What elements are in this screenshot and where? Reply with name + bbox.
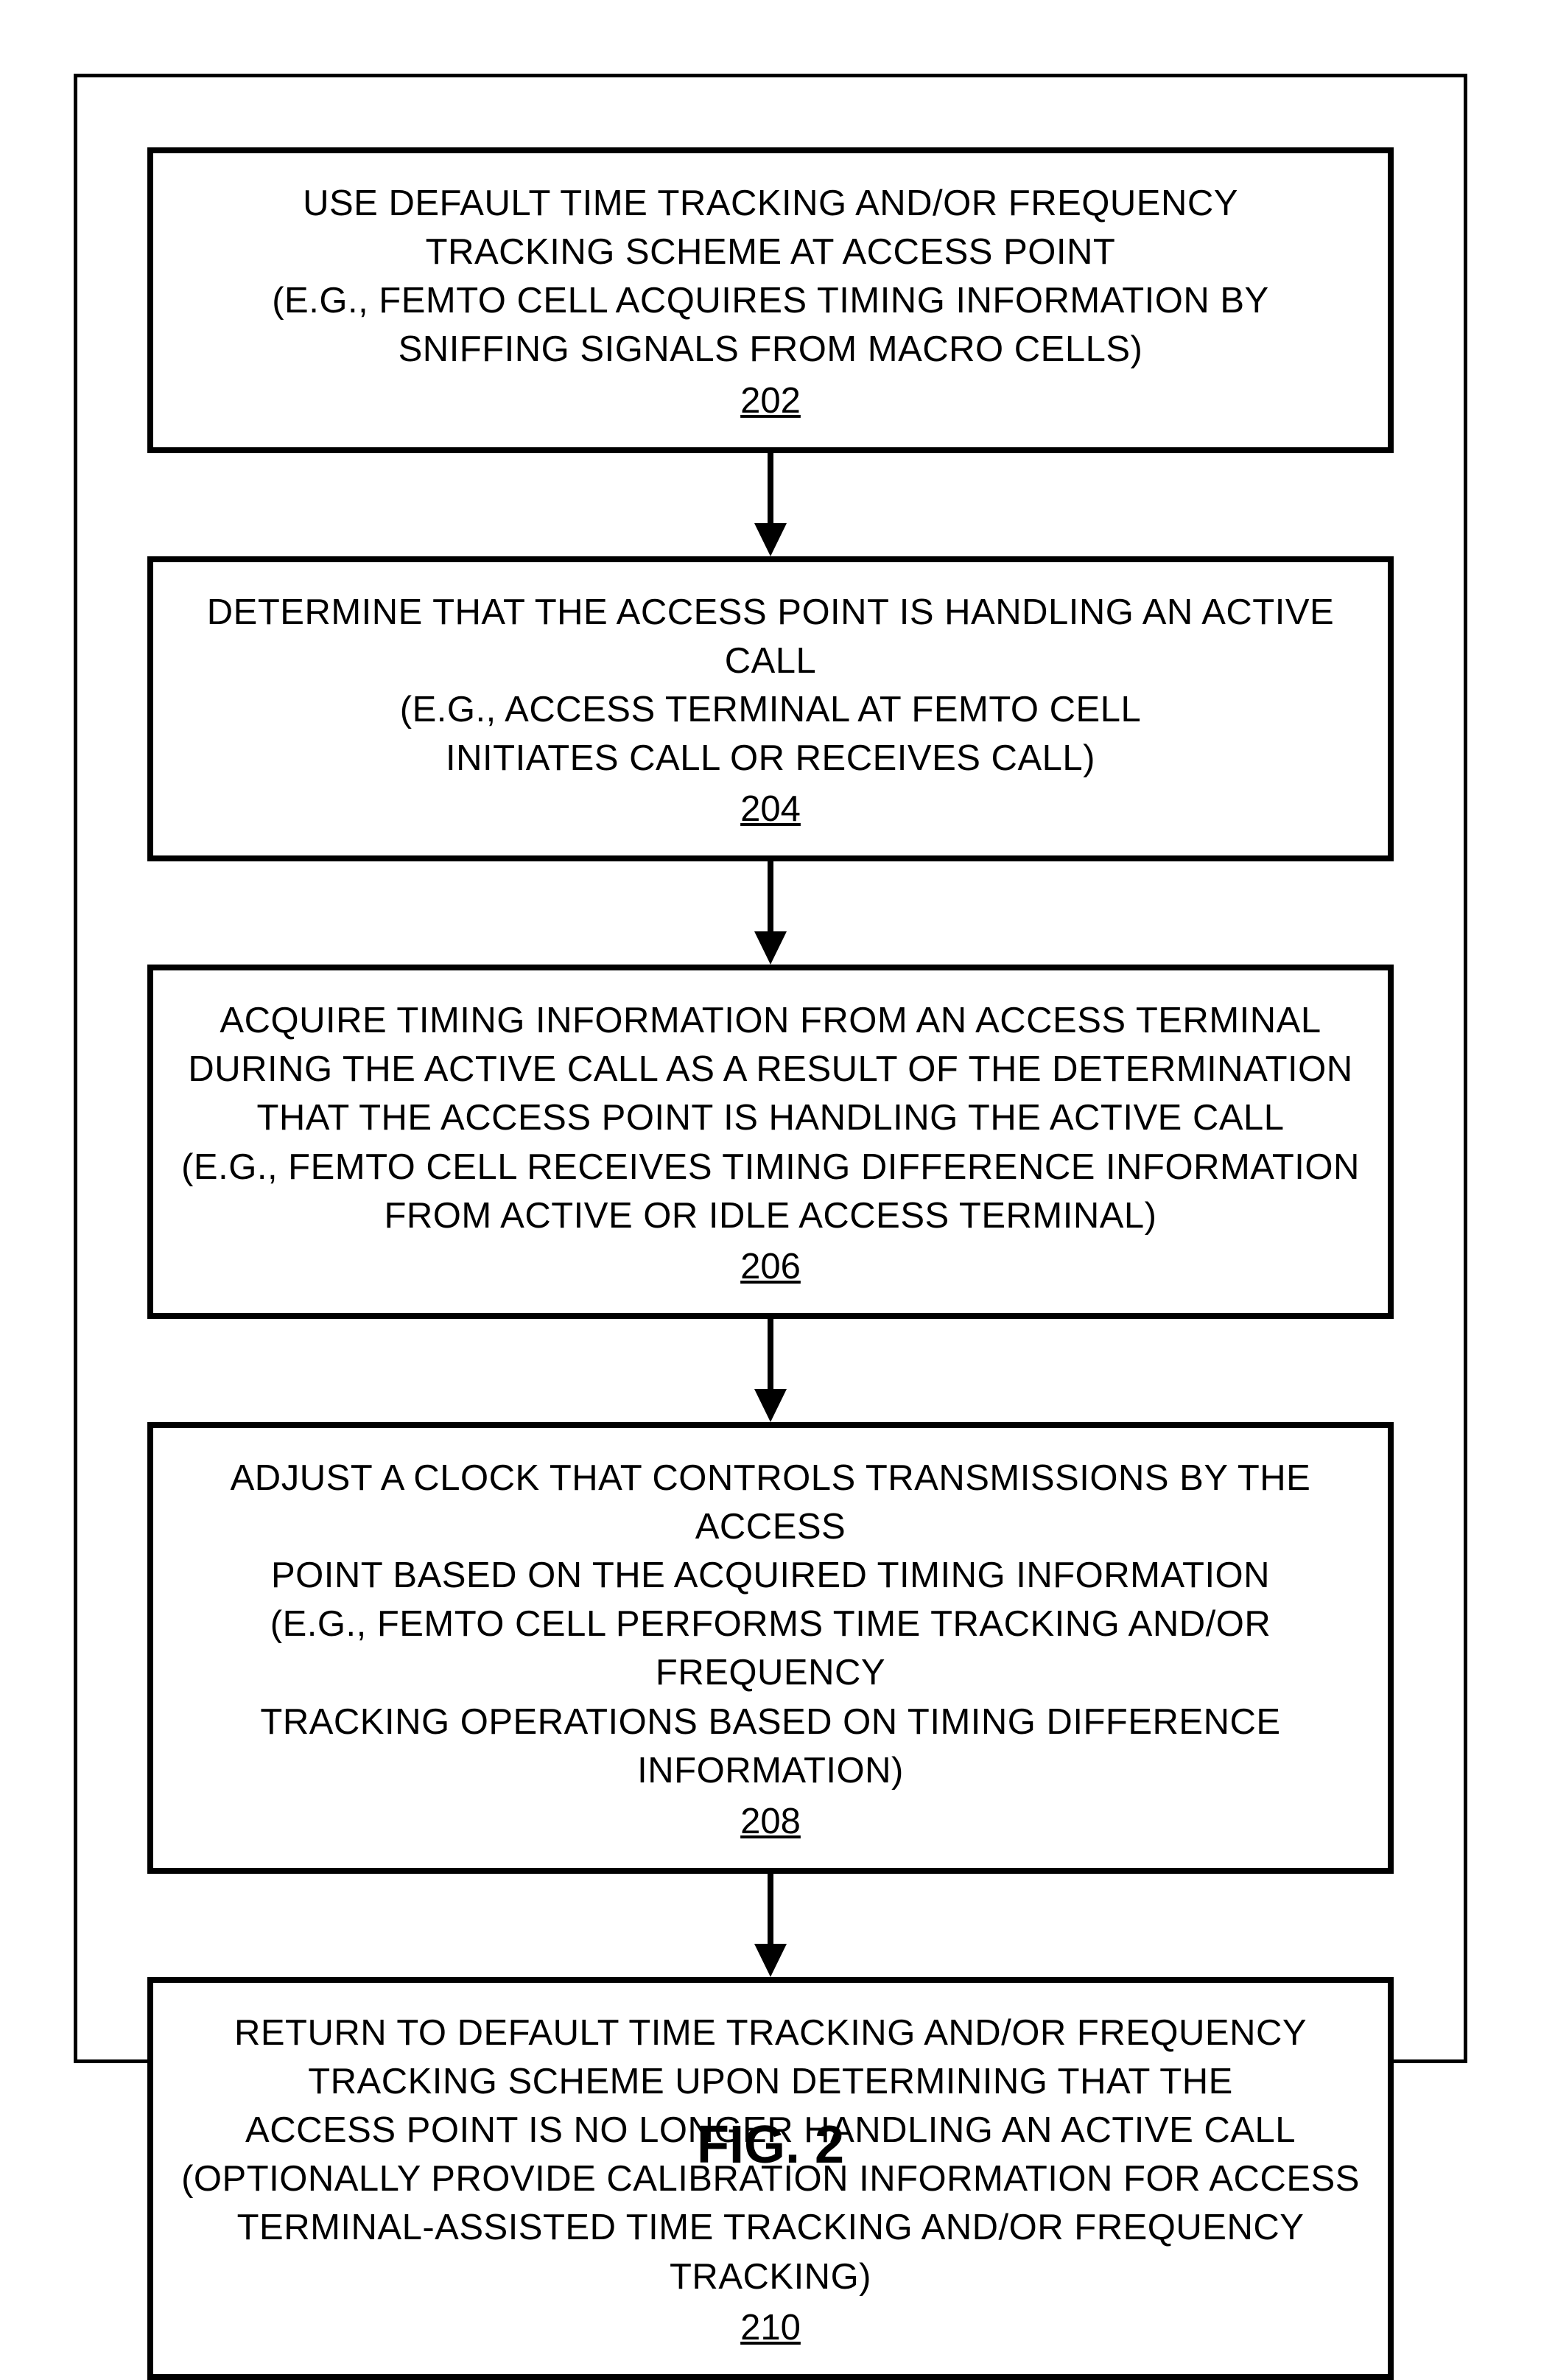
arrow-down xyxy=(748,453,793,556)
arrow-down xyxy=(748,861,793,965)
flowchart-container: USE DEFAULT TIME TRACKING AND/OR FREQUEN… xyxy=(147,147,1394,2380)
box-reference-number: 206 xyxy=(740,1246,801,1287)
box-line: POINT BASED ON THE ACQUIRED TIMING INFOR… xyxy=(271,1555,1270,1595)
box-line: (E.G., ACCESS TERMINAL AT FEMTO CELL xyxy=(400,690,1141,729)
box-line: TRACKING OPERATIONS BASED ON TIMING DIFF… xyxy=(260,1702,1280,1791)
box-line: (E.G., FEMTO CELL ACQUIRES TIMING INFORM… xyxy=(272,281,1269,321)
arrow-down-icon xyxy=(748,1874,793,1977)
box-text: USE DEFAULT TIME TRACKING AND/OR FREQUEN… xyxy=(175,179,1366,374)
box-reference-number: 202 xyxy=(740,380,801,421)
box-line: TERMINAL-ASSISTED TIME TRACKING AND/OR F… xyxy=(237,2208,1305,2296)
box-line: TRACKING SCHEME AT ACCESS POINT xyxy=(426,232,1116,272)
box-line: ADJUST A CLOCK THAT CONTROLS TRANSMISSIO… xyxy=(231,1458,1311,1547)
box-line: FROM ACTIVE OR IDLE ACCESS TERMINAL) xyxy=(384,1196,1156,1236)
box-line: (E.G., FEMTO CELL RECEIVES TIMING DIFFER… xyxy=(181,1147,1360,1187)
arrow-down-icon xyxy=(748,861,793,965)
figure-label: FIG. 2 xyxy=(0,2115,1541,2175)
box-line: (E.G., FEMTO CELL PERFORMS TIME TRACKING… xyxy=(270,1604,1271,1693)
box-reference-number: 208 xyxy=(740,1801,801,1842)
flowchart-box-206: ACQUIRE TIMING INFORMATION FROM AN ACCES… xyxy=(147,965,1394,1319)
box-line: ACQUIRE TIMING INFORMATION FROM AN ACCES… xyxy=(220,1001,1321,1040)
flowchart-box-204: DETERMINE THAT THE ACCESS POINT IS HANDL… xyxy=(147,556,1394,862)
box-line: RETURN TO DEFAULT TIME TRACKING AND/OR F… xyxy=(234,2013,1307,2053)
arrow-down xyxy=(748,1319,793,1422)
arrow-down xyxy=(748,1874,793,1977)
box-reference-number: 204 xyxy=(740,788,801,830)
box-line: INITIATES CALL OR RECEIVES CALL) xyxy=(446,738,1095,778)
flowchart-box-210: RETURN TO DEFAULT TIME TRACKING AND/OR F… xyxy=(147,1977,1394,2380)
box-line: DETERMINE THAT THE ACCESS POINT IS HANDL… xyxy=(207,592,1334,681)
box-line: USE DEFAULT TIME TRACKING AND/OR FREQUEN… xyxy=(303,183,1238,223)
box-text: DETERMINE THAT THE ACCESS POINT IS HANDL… xyxy=(175,588,1366,783)
box-line: DURING THE ACTIVE CALL AS A RESULT OF TH… xyxy=(188,1049,1352,1089)
box-line: THAT THE ACCESS POINT IS HANDLING THE AC… xyxy=(256,1098,1284,1138)
box-text: ACQUIRE TIMING INFORMATION FROM AN ACCES… xyxy=(175,996,1366,1240)
box-text: ADJUST A CLOCK THAT CONTROLS TRANSMISSIO… xyxy=(175,1454,1366,1795)
box-line: TRACKING SCHEME UPON DETERMINING THAT TH… xyxy=(308,2062,1233,2101)
box-line: SNIFFING SIGNALS FROM MACRO CELLS) xyxy=(399,329,1143,369)
arrow-down-icon xyxy=(748,1319,793,1422)
flowchart-box-202: USE DEFAULT TIME TRACKING AND/OR FREQUEN… xyxy=(147,147,1394,453)
box-reference-number: 210 xyxy=(740,2307,801,2348)
arrow-down-icon xyxy=(748,453,793,556)
flowchart-box-208: ADJUST A CLOCK THAT CONTROLS TRANSMISSIO… xyxy=(147,1422,1394,1874)
